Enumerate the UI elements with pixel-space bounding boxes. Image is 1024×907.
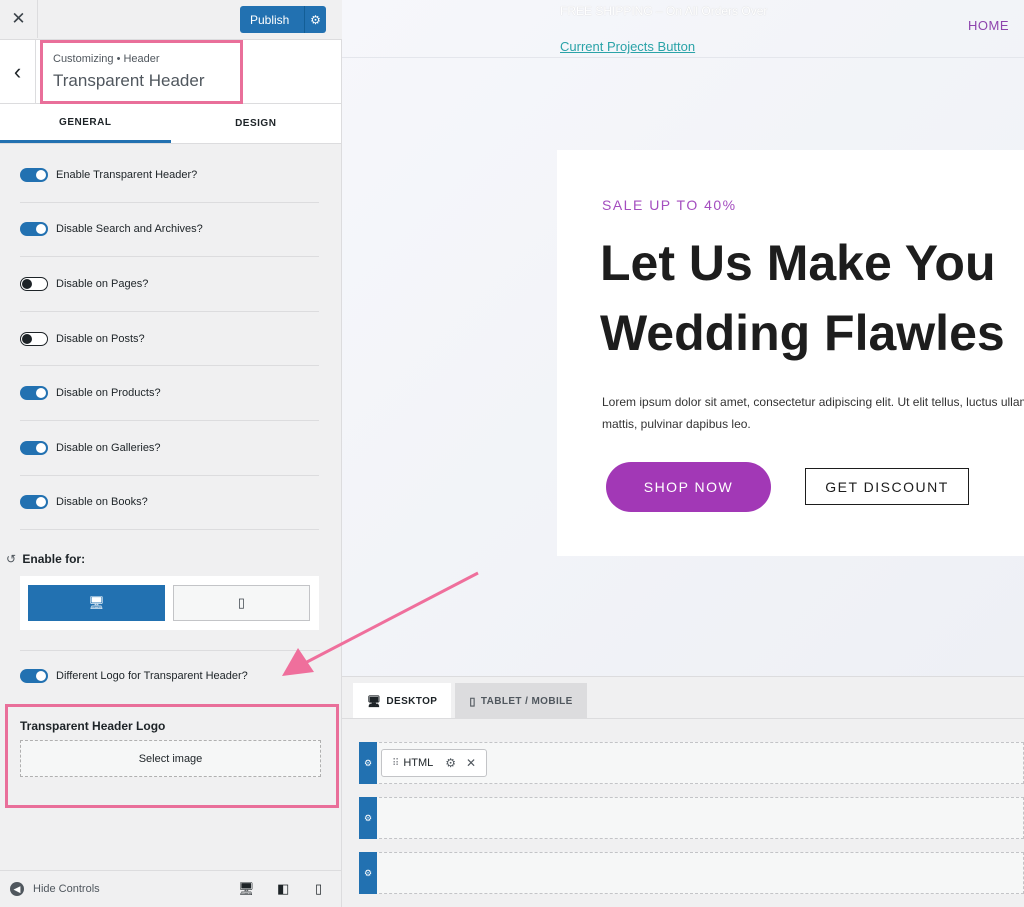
toggle-switch[interactable]	[20, 222, 48, 237]
toggle-switch[interactable]	[20, 495, 48, 510]
hero-description: Lorem ipsum dolor sit amet, consectetur …	[602, 395, 1024, 431]
header-builder: 🖥 DESKTOP ▯ TABLET / MOBILE ⚙ ⠿ HTML ⚙ ✕…	[342, 676, 1024, 907]
chip-gear-icon[interactable]: ⚙	[445, 756, 456, 770]
device-selector: 🖥 ▯	[20, 576, 319, 630]
option-disable-pages: Disable on Pages?	[20, 257, 319, 312]
hero-title-line-1: Let Us Make You	[600, 235, 996, 291]
option-label: Disable on Books?	[56, 496, 148, 509]
builder-tab-tablet-mobile[interactable]: ▯ TABLET / MOBILE	[455, 683, 587, 719]
mobile-icon: ▯	[237, 595, 246, 610]
builder-divider	[342, 718, 1024, 719]
builder-tab-desktop[interactable]: 🖥 DESKTOP	[353, 683, 452, 719]
toggle-knob	[36, 169, 46, 180]
shop-now-button[interactable]: SHOP NOW	[606, 462, 771, 512]
current-projects-link[interactable]: Current Projects Button	[560, 39, 695, 54]
builder-tab-label: TABLET / MOBILE	[480, 695, 573, 707]
toggle-switch[interactable]	[20, 276, 48, 291]
hero-title: Let Us Make You Wedding Flawles	[600, 228, 1005, 368]
desktop-icon: 🖥	[88, 595, 105, 610]
desktop-device-button[interactable]: 🖥	[28, 585, 165, 621]
preview-mobile-icon[interactable]: ▯	[315, 881, 322, 897]
collapse-icon: ◀	[10, 882, 24, 896]
hero-title-line-2: Wedding Flawles	[600, 305, 1005, 361]
toggle-switch[interactable]	[20, 440, 48, 455]
toggle-knob	[36, 442, 46, 453]
logo-control-title: Transparent Header Logo	[20, 719, 166, 733]
toggle-knob	[22, 278, 32, 289]
sale-text: SALE UP TO 40%	[602, 197, 737, 213]
site-header: FREE SHIPPING – On All Orders Over Curre…	[342, 0, 1024, 58]
option-list: Enable Transparent Header? Disable Searc…	[0, 148, 341, 531]
preview-tablet-icon[interactable]: ◧	[277, 881, 289, 897]
customizer-topbar: ✕ Publish ⚙	[0, 0, 342, 40]
settings-tabs: GENERAL DESIGN	[0, 104, 341, 144]
customizer-footer: ◀ Hide Controls 🖥 ◧ ▯	[0, 870, 341, 907]
option-different-logo: Different Logo for Transparent Header?	[20, 650, 320, 700]
html-chip-label: HTML	[403, 757, 434, 769]
publish-settings-gear-icon[interactable]: ⚙	[304, 6, 326, 33]
mobile-device-button[interactable]: ▯	[173, 585, 310, 621]
section-header: ‹ Customizing • Header Transparent Heade…	[0, 40, 341, 104]
option-label: Disable on Products?	[56, 387, 161, 400]
hero-card: SALE UP TO 40% Let Us Make You Wedding F…	[557, 150, 1024, 556]
nav-home-link[interactable]: HOME	[968, 18, 1009, 33]
option-disable-posts: Disable on Posts?	[20, 312, 319, 367]
option-disable-books: Disable on Books?	[20, 476, 319, 531]
toggle-knob	[36, 388, 46, 399]
publish-label: Publish	[250, 12, 290, 27]
builder-tabs: 🖥 DESKTOP ▯ TABLET / MOBILE	[353, 683, 587, 719]
option-enable-transparent-header: Enable Transparent Header?	[20, 148, 319, 203]
toggle-switch[interactable]	[20, 167, 48, 182]
option-label: Disable on Galleries?	[56, 441, 161, 454]
hide-controls-button[interactable]: ◀ Hide Controls	[10, 882, 100, 896]
customizer-sidebar: ✕ Publish ⚙ ‹ Customizing • Header Trans…	[0, 0, 342, 907]
option-label: Enable Transparent Header?	[56, 168, 198, 181]
mobile-icon: ▯	[469, 695, 476, 708]
option-label: Disable on Posts?	[56, 332, 145, 345]
publish-button[interactable]: Publish ⚙	[240, 6, 326, 33]
back-chevron-icon[interactable]: ‹	[0, 40, 36, 103]
site-preview: FREE SHIPPING – On All Orders Over Curre…	[342, 0, 1024, 676]
row-settings-gear-icon[interactable]: ⚙	[359, 852, 377, 894]
option-label: Disable Search and Archives?	[56, 223, 203, 236]
tab-design[interactable]: DESIGN	[171, 104, 342, 143]
toggle-knob	[36, 670, 46, 681]
desktop-icon: 🖥	[367, 695, 382, 708]
row-settings-gear-icon[interactable]: ⚙	[359, 797, 377, 839]
builder-row-main: ⚙	[359, 797, 1024, 839]
toggle-switch[interactable]	[20, 386, 48, 401]
html-element-chip[interactable]: ⠿ HTML ⚙ ✕	[381, 749, 488, 777]
close-icon[interactable]: ✕	[0, 0, 38, 38]
option-disable-products: Disable on Products?	[20, 366, 319, 421]
builder-tab-label: DESKTOP	[386, 695, 438, 707]
get-discount-button[interactable]: GET DISCOUNT	[805, 468, 969, 505]
toggle-knob	[36, 224, 46, 235]
option-label: Disable on Pages?	[56, 277, 149, 290]
tab-general[interactable]: GENERAL	[0, 104, 171, 143]
enable-for-label: Enable for:	[22, 552, 86, 566]
select-image-button[interactable]: Select image	[20, 740, 321, 777]
row-settings-gear-icon[interactable]: ⚙	[359, 742, 377, 784]
option-disable-galleries: Disable on Galleries?	[20, 421, 319, 476]
toggle-knob	[22, 333, 32, 344]
preview-desktop-icon[interactable]: 🖥	[238, 881, 255, 897]
builder-row-bottom: ⚙	[359, 852, 1024, 894]
breadcrumb: Customizing • Header	[53, 53, 160, 65]
toggle-knob	[36, 497, 46, 508]
reset-icon[interactable]: ↺	[6, 552, 16, 566]
transparent-logo-control: Transparent Header Logo Select image	[5, 704, 339, 808]
enable-for-heading: ↺ Enable for:	[6, 552, 85, 566]
highlighted-section-title: Customizing • Header Transparent Header	[40, 40, 243, 104]
toggle-switch[interactable]	[20, 668, 48, 683]
chip-close-icon[interactable]: ✕	[466, 756, 476, 770]
hide-controls-label: Hide Controls	[33, 883, 100, 895]
builder-row-top: ⚙ ⠿ HTML ⚙ ✕	[359, 742, 1024, 784]
option-disable-search-archives: Disable Search and Archives?	[20, 203, 319, 258]
option-label: Different Logo for Transparent Header?	[56, 669, 248, 682]
section-title: Transparent Header	[53, 71, 205, 90]
toggle-switch[interactable]	[20, 331, 48, 346]
drag-handle-icon[interactable]: ⠿	[392, 758, 399, 769]
top-note: FREE SHIPPING – On All Orders Over	[560, 4, 768, 18]
